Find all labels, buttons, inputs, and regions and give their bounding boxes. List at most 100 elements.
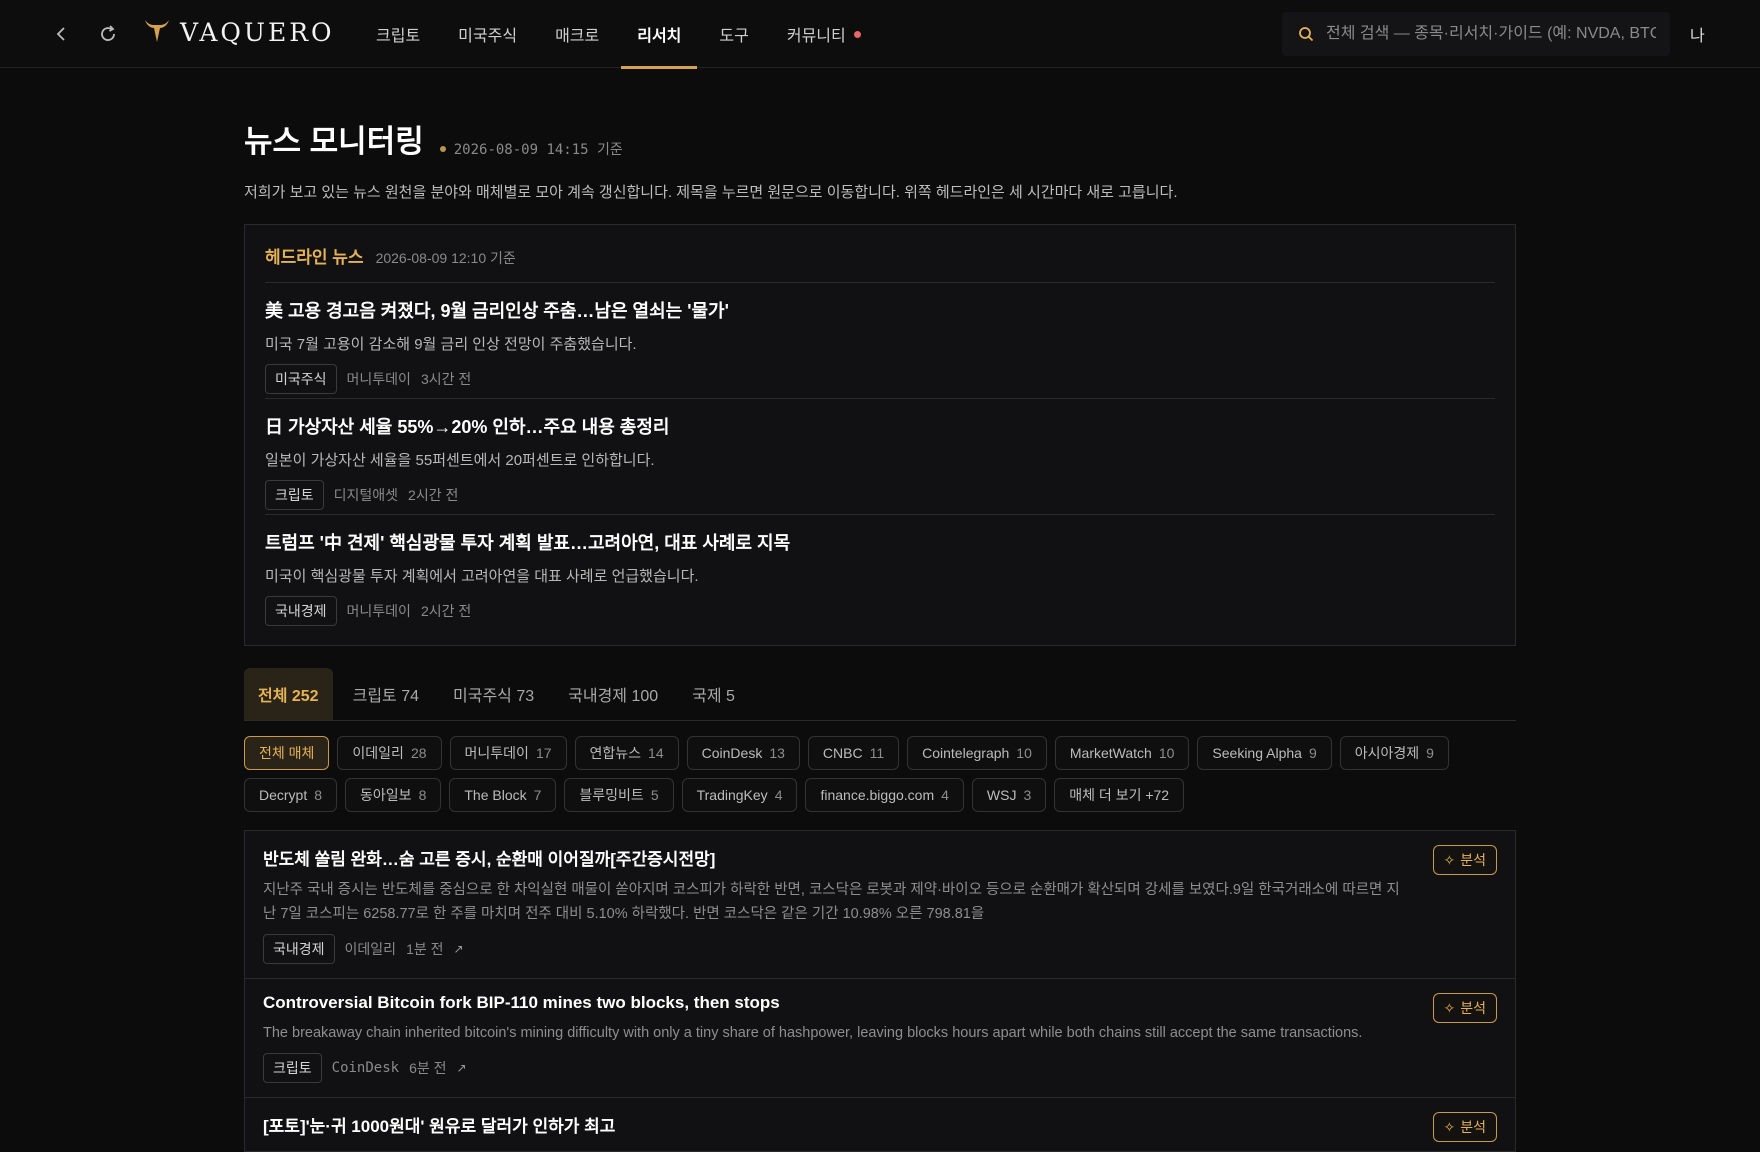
chip-count: 10 [1016,745,1032,761]
news-title-link[interactable]: 반도체 쏠림 완화…숨 고른 증시, 순환매 이어질까[주간증시전망] [263,845,1497,870]
notification-dot [853,30,861,38]
top-navbar: VAQUERO 크립토 미국주식 매크로 리서치 도구 커뮤니티 나 [0,0,1760,69]
external-link-icon[interactable]: ↗ [457,1061,467,1075]
headline-item: 美 고용 경고음 켜졌다, 9월 금리인상 주춤…남은 열쇠는 '물가' 미국 … [265,283,1495,399]
nav-tools[interactable]: 도구 [703,0,764,68]
news-title-link[interactable]: [포토]'눈·귀 1000원대' 원유로 달러가 인하가 최고 [263,1112,1497,1137]
chip-source[interactable]: The Block 7 [449,778,557,812]
chip-label: 아시아경제 [1354,745,1420,761]
chip-source[interactable]: 머니투데이 17 [449,736,567,770]
chip-source[interactable]: 동아일보 8 [345,778,442,812]
chip-source[interactable]: 아시아경제 9 [1339,736,1449,770]
analyze-button[interactable]: ✧ 분석 [1432,993,1497,1023]
chip-source[interactable]: 연합뉴스 14 [574,736,679,770]
brand-name: VAQUERO [180,17,335,47]
back-button[interactable] [48,20,76,48]
sparkle-icon: ✧ [1443,851,1456,868]
brand-logo[interactable]: VAQUERO [142,16,335,48]
source-name: 이데일리 [344,941,397,957]
headline-title-link[interactable]: 트럼프 '中 견제' 핵심광물 투자 계획 발표…고려아연, 대표 사례로 지목 [265,529,1495,555]
headline-panel-title: 헤드라인 뉴스 [265,248,364,267]
nav-community[interactable]: 커뮤니티 [771,0,877,68]
chip-label: The Block [464,787,527,803]
category-tag: 국내경제 [263,934,335,964]
chip-all-sources[interactable]: 전체 매체 [244,736,330,770]
headline-panel-time: 2026-08-09 12:10 기준 [375,250,516,266]
relative-time: 6분 전 [409,1060,447,1076]
nav-label: 도구 [719,28,749,45]
refresh-icon [101,25,115,41]
source-name: 머니투데이 [346,371,411,387]
chip-label: CoinDesk [701,745,763,761]
chip-source[interactable]: MarketWatch 10 [1054,736,1190,770]
news-item: [포토]'눈·귀 1000원대' 원유로 달러가 인하가 최고 ✧ 분석 [245,1098,1515,1152]
relative-time: 1분 전 [406,941,444,957]
category-tag: 크립토 [263,1053,322,1083]
sparkle-icon: ✧ [1443,1118,1456,1135]
headline-summary: 일본이 가상자산 세율을 55퍼센트에서 20퍼센트로 인하합니다. [265,452,655,469]
news-title-link[interactable]: Controversial Bitcoin fork BIP-110 mines… [263,993,1497,1013]
relative-time: 2시간 전 [420,603,472,619]
external-link-icon[interactable]: ↗ [454,942,464,956]
category-tabs: 전체 252 크립토 74 미국주식 73 국내경제 100 국제 5 [244,668,1516,721]
chip-source[interactable]: Seeking Alpha 9 [1197,736,1332,770]
source-name: 디지털애셋 [333,487,399,503]
chip-label: MarketWatch [1069,745,1152,761]
chip-count: 9 [1308,745,1317,761]
tab-us-stocks[interactable]: 미국주식 73 [439,668,548,720]
analyze-button[interactable]: ✧ 분석 [1432,845,1497,875]
chip-label: 머니투데이 [464,745,529,761]
bull-logo-icon [145,20,169,42]
analyze-button[interactable]: ✧ 분석 [1432,1112,1497,1142]
tab-all[interactable]: 전체 252 [244,668,333,720]
analyze-label: 분석 [1460,852,1486,868]
chip-source[interactable]: 이데일리 28 [337,736,442,770]
nav-macro[interactable]: 매크로 [539,0,615,68]
chip-label: 이데일리 [352,745,404,761]
chip-source[interactable]: TradingKey 4 [681,778,798,812]
chip-source[interactable]: CNBC 11 [807,736,900,770]
chip-source[interactable]: Cointelegraph 10 [907,736,1047,770]
news-summary: The breakaway chain inherited bitcoin's … [263,1025,1363,1041]
chip-source[interactable]: Decrypt 8 [244,778,338,812]
chip-count: 8 [418,787,427,803]
chip-label: 매체 더 보기 +72 [1069,787,1170,803]
chip-label: 블루밍비트 [579,787,644,803]
nav-crypto[interactable]: 크립토 [360,0,436,68]
chip-label: Cointelegraph [922,745,1010,761]
search-input[interactable] [1326,25,1656,43]
nav-label: 매크로 [555,28,600,45]
global-search [1282,12,1670,56]
chip-count: 14 [648,745,664,761]
headline-title-link[interactable]: 日 가상자산 세율 55%→20% 인하…주요 내용 총정리 [265,413,1495,439]
analyze-label: 분석 [1460,1000,1486,1016]
chip-count: 10 [1158,745,1175,761]
category-tag: 미국주식 [265,364,337,394]
tab-domestic-economy[interactable]: 국내경제 100 [554,668,672,720]
chip-count: 13 [769,745,785,761]
nav-research[interactable]: 리서치 [621,0,698,69]
user-menu-button[interactable]: 나 [1690,22,1705,46]
chip-label: TradingKey [696,787,768,803]
chip-more-sources[interactable]: 매체 더 보기 +72 [1054,778,1185,812]
nav-us-stocks[interactable]: 미국주식 [442,0,533,68]
chip-source[interactable]: 블루밍비트 5 [564,778,674,812]
search-icon [1299,27,1314,42]
chip-label: WSJ [986,787,1017,803]
chip-count: 9 [1426,745,1434,761]
main-nav: 크립토 미국주식 매크로 리서치 도구 커뮤니티 [360,0,883,69]
chip-count: 8 [314,787,323,803]
tab-crypto[interactable]: 크립토 74 [339,668,433,720]
chip-count: 17 [535,745,552,761]
chip-source[interactable]: finance.biggo.com 4 [805,778,964,812]
category-tag: 크립토 [265,480,324,510]
chip-count: 4 [941,787,949,803]
headline-title-link[interactable]: 美 고용 경고음 켜졌다, 9월 금리인상 주춤…남은 열쇠는 '물가' [265,297,1495,323]
chip-source[interactable]: CoinDesk 13 [686,736,800,770]
chip-label: Decrypt [259,787,308,803]
tab-international[interactable]: 국제 5 [678,668,749,720]
analyze-label: 분석 [1460,1119,1486,1135]
refresh-button[interactable] [94,20,122,48]
chip-source[interactable]: WSJ 3 [971,778,1047,812]
headline-item: 日 가상자산 세율 55%→20% 인하…주요 내용 총정리 일본이 가상자산 … [265,399,1495,515]
